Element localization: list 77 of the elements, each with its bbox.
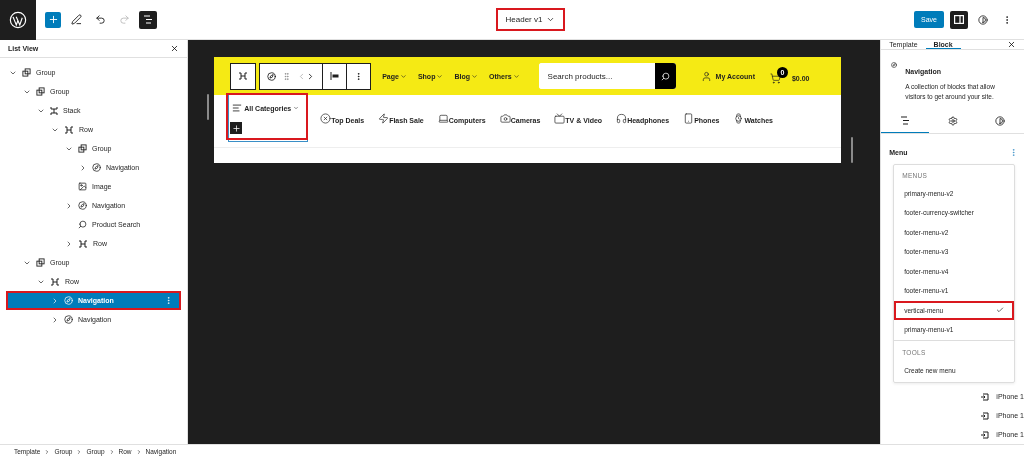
redo-icon xyxy=(118,14,130,25)
laptop-icon xyxy=(437,113,449,124)
product-search-field[interactable]: Search products... xyxy=(538,63,676,89)
undo-icon xyxy=(94,14,106,25)
chevron-right-icon xyxy=(51,315,59,324)
headphones-icon xyxy=(616,113,628,124)
compass-icon xyxy=(64,296,73,305)
chevron-right-icon xyxy=(79,163,87,172)
drag-handle-icon xyxy=(282,71,292,81)
chevron-right-icon xyxy=(44,448,51,455)
block-controls[interactable] xyxy=(259,62,324,90)
compass-icon xyxy=(78,201,87,210)
chevron-right-icon xyxy=(76,448,83,455)
justify-button[interactable] xyxy=(323,62,348,90)
parent-block-button[interactable] xyxy=(230,62,257,90)
chevron-right-icon xyxy=(65,201,73,210)
image-icon xyxy=(78,182,87,191)
list-view-icon xyxy=(143,15,153,24)
resize-handle[interactable] xyxy=(851,137,854,163)
close-icon[interactable] xyxy=(170,44,180,53)
watch-icon xyxy=(733,113,745,124)
compass-icon xyxy=(891,60,898,70)
chevron-right-icon xyxy=(135,448,142,455)
pen-icon xyxy=(70,14,82,25)
row-icon xyxy=(64,125,74,134)
chevron-down-icon xyxy=(293,105,300,111)
close-icon[interactable] xyxy=(1007,40,1016,49)
search-icon xyxy=(78,220,87,229)
stack-icon xyxy=(50,105,58,116)
group-icon xyxy=(36,87,45,96)
camera-icon xyxy=(499,113,511,124)
chevron-down-icon xyxy=(546,15,556,24)
chevron-down-icon xyxy=(436,72,444,80)
row-icon xyxy=(78,239,88,248)
list-view-button[interactable] xyxy=(139,10,157,29)
wordpress-logo-tile[interactable] xyxy=(0,0,36,40)
cart-icon xyxy=(769,73,781,84)
add-block-button[interactable] xyxy=(230,122,243,134)
align-left-icon xyxy=(330,72,340,80)
compass-icon xyxy=(64,315,73,324)
group-icon xyxy=(78,144,87,153)
chevron-right-icon xyxy=(108,448,115,455)
template-title-button[interactable]: Header v1 xyxy=(495,8,566,31)
plus-icon xyxy=(47,14,59,25)
submenu-icon xyxy=(980,392,990,401)
search-icon xyxy=(660,71,670,81)
resize-handle[interactable] xyxy=(207,94,210,120)
contrast-icon xyxy=(995,115,1006,126)
menu-icon xyxy=(232,103,243,113)
row-icon xyxy=(238,72,249,80)
settings-sidebar-button[interactable] xyxy=(950,10,968,29)
search-button[interactable] xyxy=(654,63,676,89)
block-options-button[interactable] xyxy=(347,62,372,90)
compass-icon xyxy=(267,71,277,81)
chevron-right-icon xyxy=(65,239,73,248)
submenu-icon xyxy=(980,430,990,439)
submenu-icon xyxy=(980,411,990,420)
list-view-icon xyxy=(900,116,910,125)
chevron-down-icon xyxy=(399,72,407,80)
lightning-icon xyxy=(378,113,390,124)
wordpress-logo xyxy=(9,10,27,29)
plus-icon xyxy=(231,123,241,133)
row-icon xyxy=(50,277,60,286)
compass-icon xyxy=(92,163,101,172)
group-icon xyxy=(22,68,31,77)
settings-icon xyxy=(947,115,958,126)
more-icon xyxy=(1009,147,1018,157)
chevron-down-icon xyxy=(471,72,478,80)
group-icon xyxy=(36,258,45,267)
phone-icon xyxy=(683,113,695,124)
chevron-down-icon xyxy=(512,72,520,80)
chevron-right-icon xyxy=(51,296,59,305)
contrast-icon xyxy=(978,14,988,25)
check-icon xyxy=(996,306,1004,315)
user-icon xyxy=(700,70,712,82)
tv-icon xyxy=(554,113,566,124)
sidebar-icon xyxy=(954,15,964,24)
